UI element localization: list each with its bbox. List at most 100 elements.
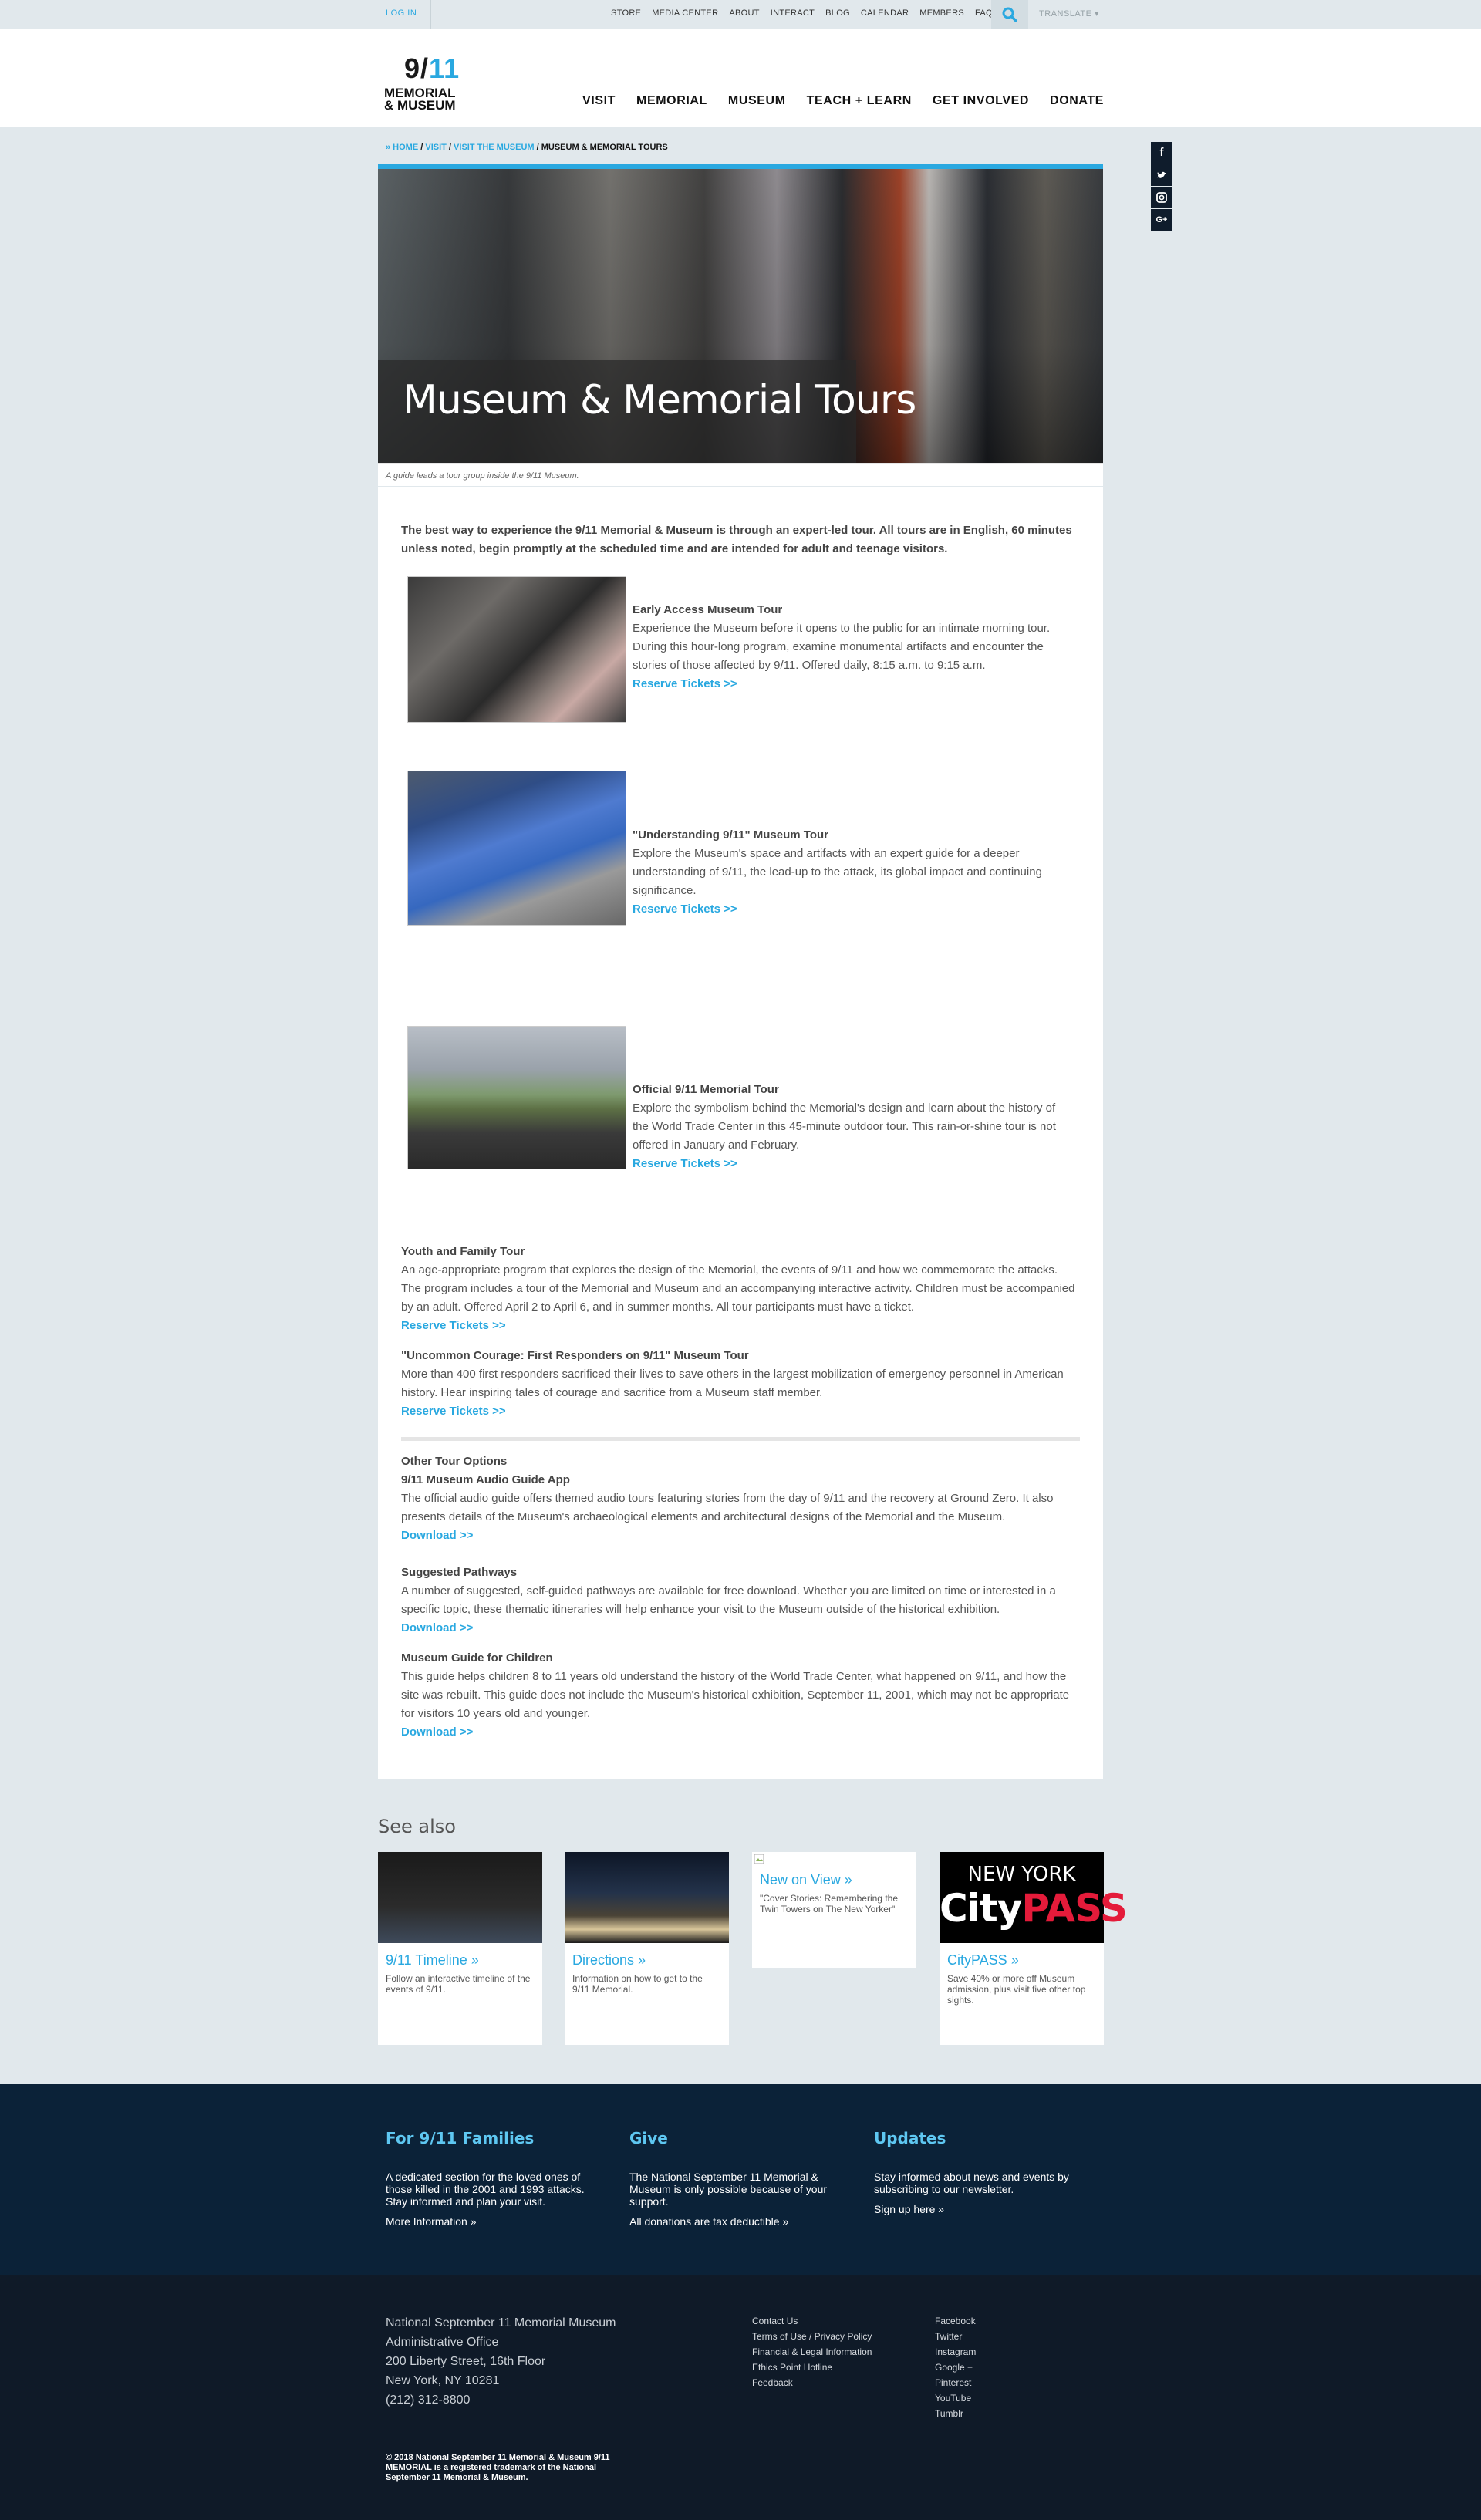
footer-link[interactable]: More Information » [386, 2215, 477, 2228]
util-nav-media-center[interactable]: MEDIA CENTER [652, 8, 718, 18]
footer-link-facebook[interactable]: Facebook [935, 2313, 976, 2329]
logo[interactable]: 9/11 MEMORIAL & MUSEUM [384, 52, 477, 113]
footer-address: National September 11 Memorial Museum Ad… [386, 2316, 616, 2407]
option-title: Suggested Pathways [401, 1566, 518, 1579]
util-nav-interact[interactable]: INTERACT [771, 8, 815, 18]
translate-dropdown[interactable]: TRANSLATE ▾ [1039, 8, 1099, 19]
login-link[interactable]: LOG IN [386, 8, 417, 18]
tour-youth-family: Youth and Family Tour An age-appropriate… [401, 1243, 1080, 1335]
card-title[interactable]: Directions » [565, 1943, 729, 1968]
card-citypass[interactable]: NEW YORK CityPASS CityPASS » Save 40% or… [940, 1852, 1128, 2045]
footer-link-google-plus[interactable]: Google + [935, 2360, 976, 2375]
footer-promo: For 9/11 Families A dedicated section fo… [0, 2084, 1481, 2275]
tour-early-access: Early Access Museum Tour Experience the … [633, 601, 1072, 693]
nav-get-involved[interactable]: GET INVOLVED [933, 94, 1029, 108]
card-new-on-view[interactable]: New on View » "Cover Stories: Rememberin… [752, 1852, 916, 1968]
card-description: Information on how to get to the 9/11 Me… [572, 1973, 703, 1995]
tour-title: Official 9/11 Memorial Tour [633, 1083, 779, 1096]
footer-updates: Updates Stay informed about news and eve… [874, 2129, 1082, 2217]
card-timeline[interactable]: 9/11 Timeline » Follow an interactive ti… [378, 1852, 542, 2045]
card-title[interactable]: 9/11 Timeline » [378, 1943, 542, 1968]
util-nav-calendar[interactable]: CALENDAR [861, 8, 909, 18]
tour-description: Explore the Museum's space and artifacts… [633, 847, 1042, 897]
footer-link-ethics[interactable]: Ethics Point Hotline [752, 2360, 872, 2375]
footer-link-financial[interactable]: Financial & Legal Information [752, 2344, 872, 2360]
option-title: 9/11 Museum Audio Guide App [401, 1473, 570, 1486]
main-nav: VISIT MEMORIAL MUSEUM TEACH + LEARN GET … [582, 94, 1125, 108]
nav-donate[interactable]: DONATE [1050, 94, 1104, 108]
facebook-icon[interactable]: f [1151, 142, 1172, 164]
breadcrumb-current: MUSEUM & MEMORIAL TOURS [541, 143, 668, 152]
footer-links-info: Contact Us Terms of Use / Privacy Policy… [752, 2313, 872, 2390]
breadcrumb: » HOME / VISIT / VISIT THE MUSEUM / MUSE… [386, 143, 668, 152]
util-nav-about[interactable]: ABOUT [729, 8, 759, 18]
hero-image: Museum & Memorial Tours [378, 164, 1103, 463]
main-content: The best way to experience the 9/11 Memo… [378, 487, 1103, 1779]
download-link[interactable]: Download >> [401, 1621, 473, 1634]
card-description: "Cover Stories: Remembering the Twin Tow… [760, 1893, 898, 1914]
footer-link-terms[interactable]: Terms of Use / Privacy Policy [752, 2329, 872, 2344]
nav-visit[interactable]: VISIT [582, 94, 616, 108]
card-title[interactable]: New on View » [752, 1866, 916, 1888]
breadcrumb-visit[interactable]: VISIT [425, 143, 447, 152]
divider [430, 0, 431, 29]
search-button[interactable] [991, 0, 1028, 29]
site-header: 9/11 MEMORIAL & MUSEUM VISIT MEMORIAL MU… [0, 29, 1481, 127]
footer-text: The National September 11 Memorial & Mus… [629, 2171, 828, 2208]
footer-link-contact[interactable]: Contact Us [752, 2313, 872, 2329]
footer-text: Stay informed about news and events by s… [874, 2171, 1069, 2195]
card-title[interactable]: CityPASS » [940, 1943, 1104, 1968]
util-nav-faq[interactable]: FAQ [975, 8, 993, 18]
breadcrumb-home[interactable]: » HOME [386, 143, 418, 152]
logo-mark: 9/11 [404, 52, 460, 84]
footer-heading: Updates [874, 2129, 946, 2147]
nav-teach-learn[interactable]: TEACH + LEARN [807, 94, 912, 108]
reserve-tickets-link[interactable]: Reserve Tickets >> [633, 1157, 737, 1170]
tour-description: Explore the symbolism behind the Memoria… [633, 1101, 1056, 1152]
google-plus-icon[interactable]: G+ [1151, 209, 1172, 231]
footer-link[interactable]: Sign up here » [874, 2203, 944, 2215]
footer-links-social: Facebook Twitter Instagram Google + Pint… [935, 2313, 976, 2421]
tour-title: Youth and Family Tour [401, 1245, 525, 1258]
option-description: A number of suggested, self-guided pathw… [401, 1584, 1056, 1616]
footer-link-youtube[interactable]: YouTube [935, 2390, 976, 2406]
tour-image-memorial [407, 1026, 626, 1169]
reserve-tickets-link[interactable]: Reserve Tickets >> [401, 1405, 506, 1418]
hero-caption: A guide leads a tour group inside the 9/… [378, 463, 1103, 486]
footer-link[interactable]: All donations are tax deductible » [629, 2215, 788, 2228]
tour-uncommon-courage: "Uncommon Courage: First Responders on 9… [401, 1347, 1080, 1421]
footer-link-tumblr[interactable]: Tumblr [935, 2406, 976, 2421]
tour-memorial: Official 9/11 Memorial Tour Explore the … [633, 1081, 1072, 1173]
util-nav-members[interactable]: MEMBERS [919, 8, 964, 18]
footer-link-pinterest[interactable]: Pinterest [935, 2375, 976, 2390]
util-nav-blog[interactable]: BLOG [825, 8, 850, 18]
nav-museum[interactable]: MUSEUM [728, 94, 786, 108]
nav-memorial[interactable]: MEMORIAL [636, 94, 707, 108]
util-nav-store[interactable]: STORE [611, 8, 641, 18]
tour-description: More than 400 first responders sacrifice… [401, 1368, 1064, 1399]
instagram-icon[interactable] [1151, 187, 1172, 208]
reserve-tickets-link[interactable]: Reserve Tickets >> [633, 902, 737, 916]
utility-bar: LOG IN STORE MEDIA CENTER ABOUT INTERACT… [0, 0, 1481, 29]
breadcrumb-visit-museum[interactable]: VISIT THE MUSEUM [454, 143, 535, 152]
download-link[interactable]: Download >> [401, 1529, 473, 1542]
footer-link-twitter[interactable]: Twitter [935, 2329, 976, 2344]
card-directions[interactable]: Directions » Information on how to get t… [565, 1852, 729, 2045]
section-divider [401, 1437, 1080, 1441]
tour-image-understanding [407, 771, 626, 926]
footer-text: A dedicated section for the loved ones o… [386, 2171, 585, 2208]
download-link[interactable]: Download >> [401, 1726, 473, 1739]
footer-link-instagram[interactable]: Instagram [935, 2344, 976, 2360]
reserve-tickets-link[interactable]: Reserve Tickets >> [633, 677, 737, 690]
reserve-tickets-link[interactable]: Reserve Tickets >> [401, 1319, 506, 1332]
option-description: This guide helps children 8 to 11 years … [401, 1670, 1070, 1720]
citypass-logo: NEW YORK CityPASS [940, 1852, 1128, 1943]
twitter-icon[interactable] [1151, 164, 1172, 186]
footer-link-feedback[interactable]: Feedback [752, 2375, 872, 2390]
page-title: Museum & Memorial Tours [403, 377, 916, 423]
option-title: Museum Guide for Children [401, 1651, 553, 1665]
see-also-heading: See also [378, 1816, 456, 1837]
footer-heading: Give [629, 2129, 668, 2147]
copyright: © 2018 National September 11 Memorial & … [386, 2453, 610, 2482]
card-thumbnail [565, 1852, 729, 1943]
